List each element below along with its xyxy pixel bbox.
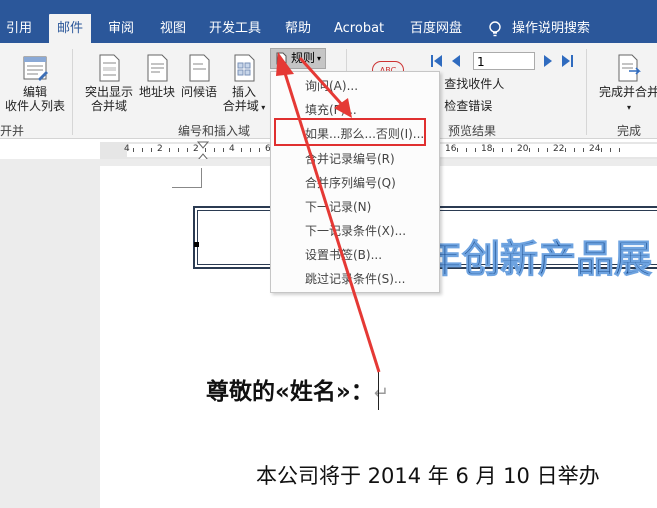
annotation-arrows [276, 52, 381, 373]
arrow-head-up-icon [276, 52, 294, 76]
